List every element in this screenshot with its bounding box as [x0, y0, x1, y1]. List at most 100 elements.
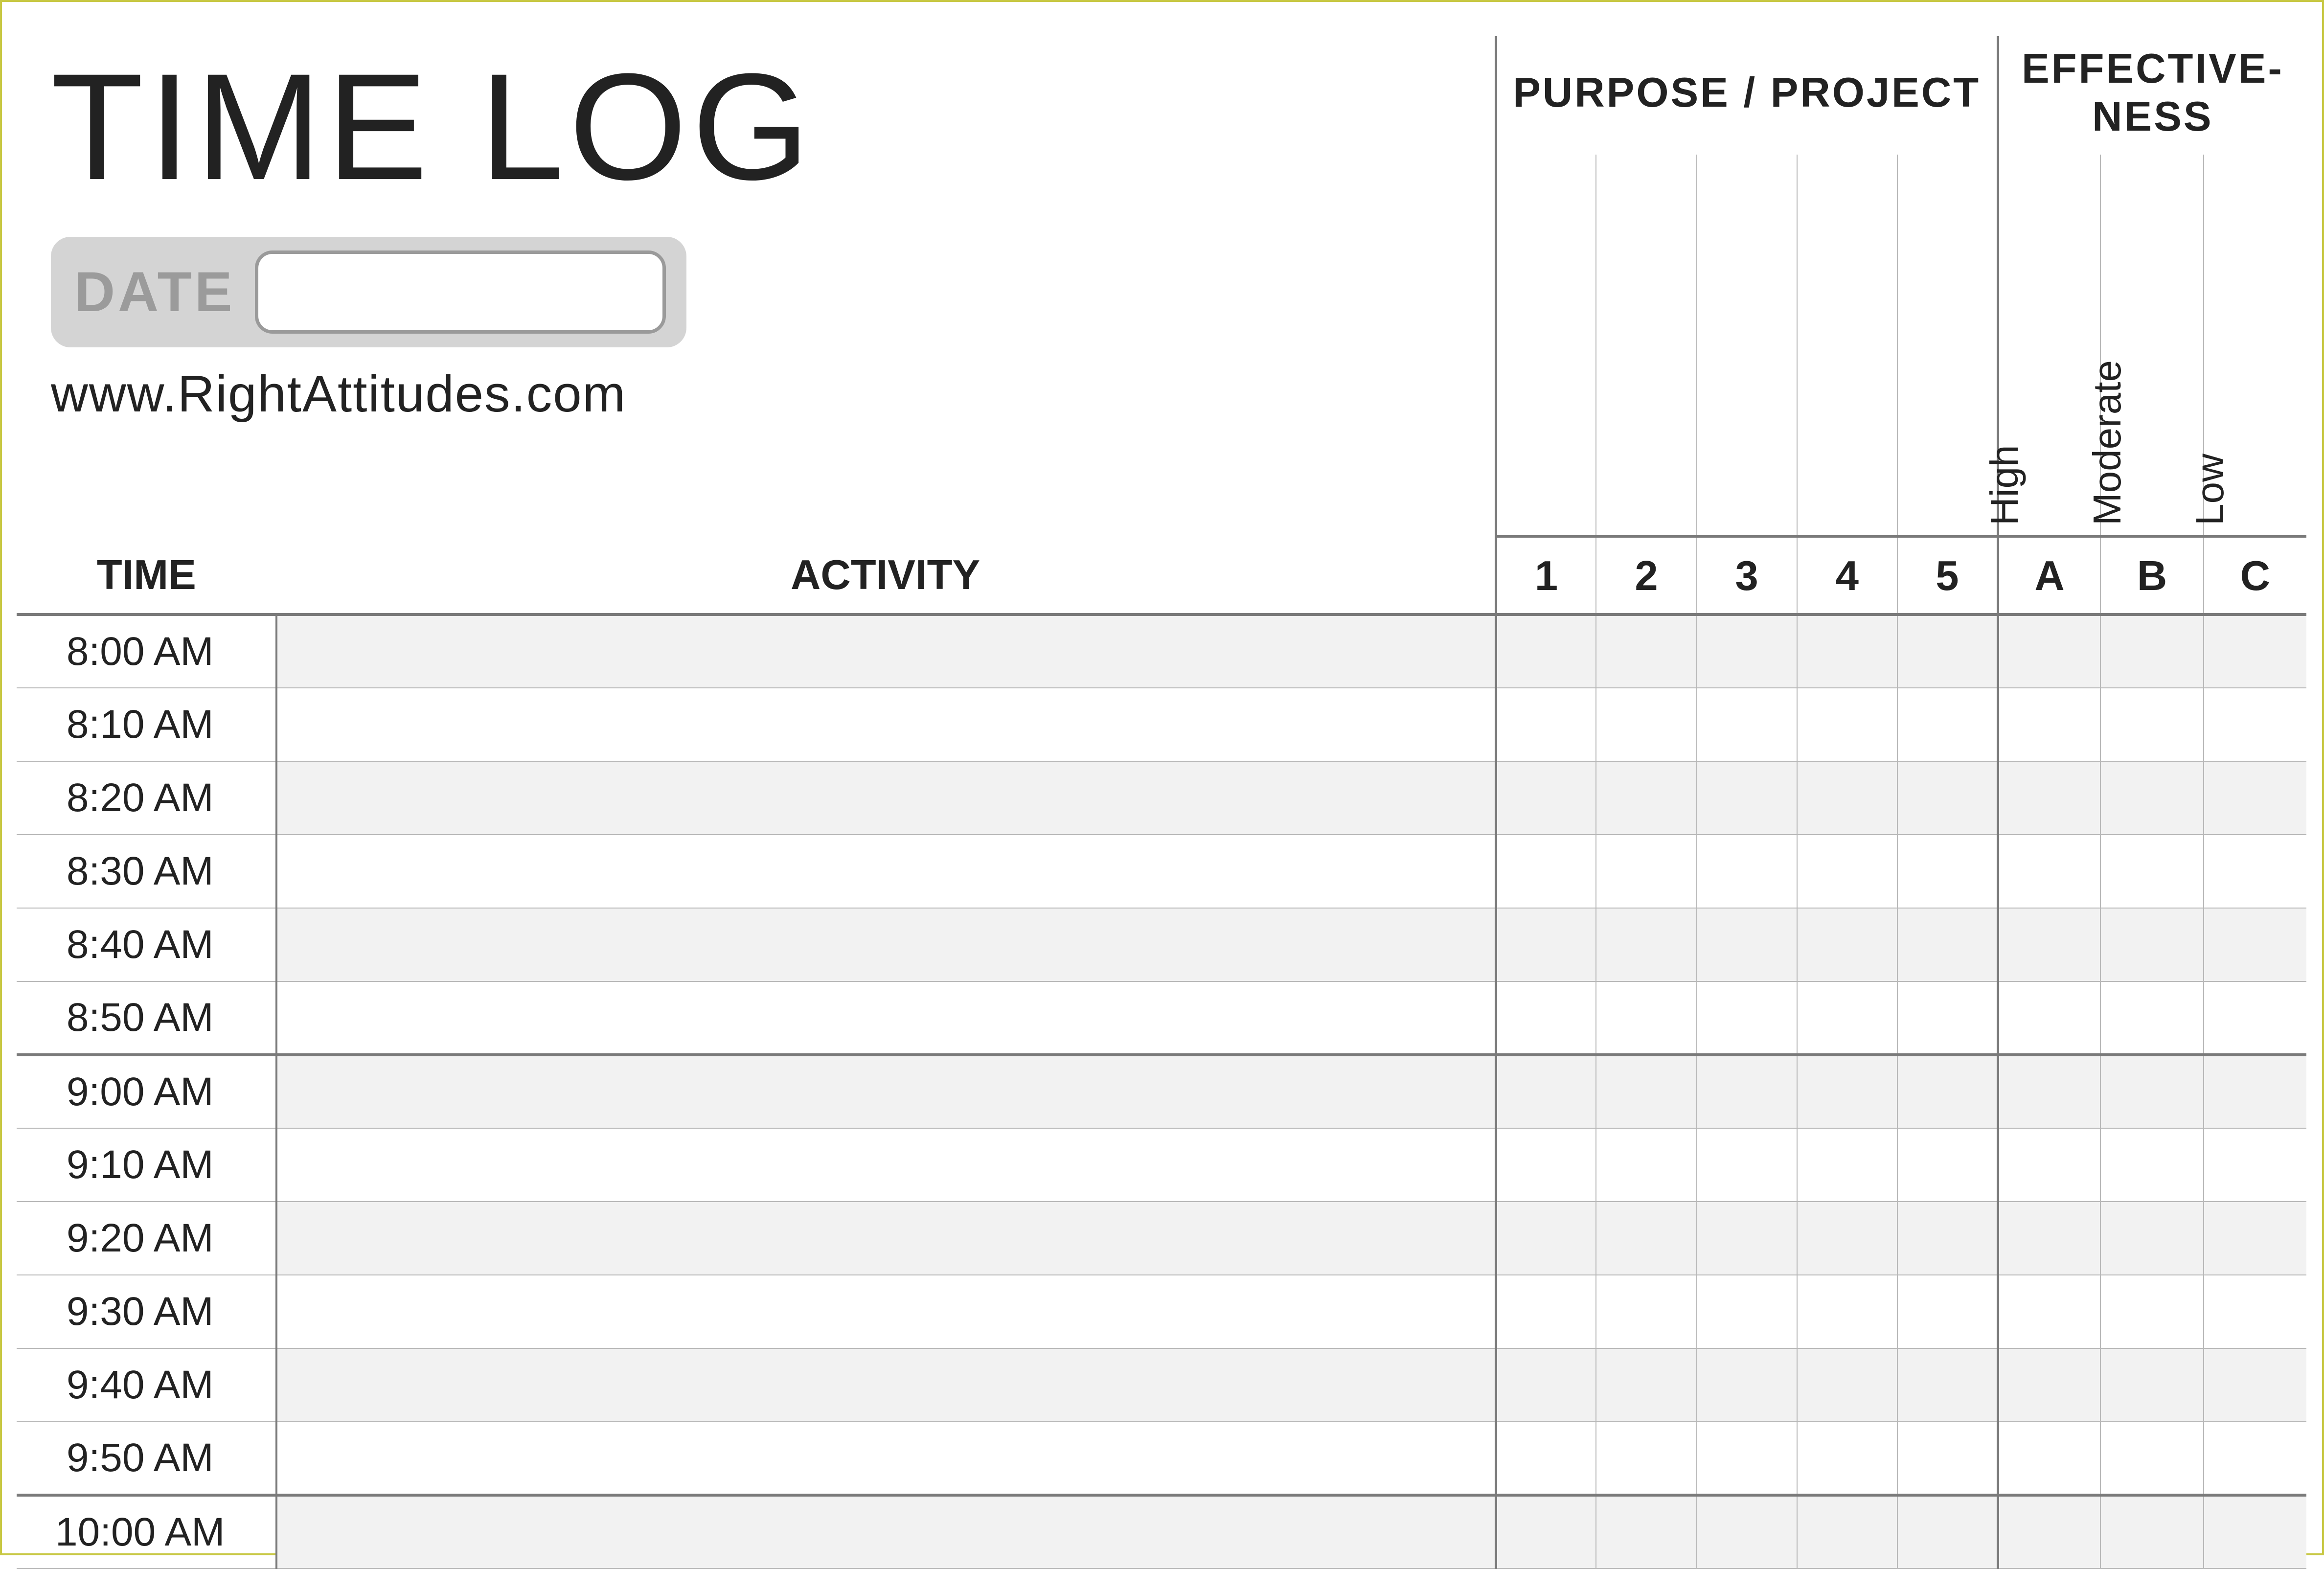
effectiveness-cell[interactable]: [1998, 1422, 2100, 1495]
purpose-cell[interactable]: [1797, 1128, 1897, 1202]
purpose-cell[interactable]: [1496, 1495, 1596, 1569]
effectiveness-cell[interactable]: [1998, 614, 2100, 688]
activity-cell[interactable]: [276, 688, 1496, 761]
purpose-cell[interactable]: [1596, 835, 1696, 908]
effectiveness-cell[interactable]: [1998, 1128, 2100, 1202]
effectiveness-cell[interactable]: [1998, 1348, 2100, 1422]
purpose-cell[interactable]: [1797, 1422, 1897, 1495]
purpose-cell[interactable]: [1596, 1348, 1696, 1422]
purpose-cell[interactable]: [1797, 1348, 1897, 1422]
purpose-cell[interactable]: [1496, 688, 1596, 761]
effectiveness-cell[interactable]: [2100, 1055, 2203, 1128]
purpose-cell[interactable]: [1897, 614, 1998, 688]
effectiveness-cell[interactable]: [2204, 688, 2306, 761]
activity-cell[interactable]: [276, 1495, 1496, 1569]
purpose-cell[interactable]: [1697, 1202, 1797, 1275]
effectiveness-cell[interactable]: [2100, 1495, 2203, 1569]
purpose-cell[interactable]: [1897, 1128, 1998, 1202]
purpose-cell[interactable]: [1496, 1422, 1596, 1495]
purpose-cell[interactable]: [1596, 1202, 1696, 1275]
effectiveness-cell[interactable]: [2204, 1202, 2306, 1275]
purpose-cell[interactable]: [1697, 1128, 1797, 1202]
effectiveness-cell[interactable]: [2100, 1202, 2203, 1275]
effectiveness-cell[interactable]: [2204, 1055, 2306, 1128]
purpose-cell[interactable]: [1596, 1128, 1696, 1202]
activity-cell[interactable]: [276, 1348, 1496, 1422]
effectiveness-cell[interactable]: [1998, 1055, 2100, 1128]
purpose-cell[interactable]: [1797, 614, 1897, 688]
effectiveness-cell[interactable]: [1998, 1202, 2100, 1275]
purpose-cell[interactable]: [1596, 688, 1696, 761]
purpose-cell[interactable]: [1496, 1348, 1596, 1422]
activity-cell[interactable]: [276, 761, 1496, 835]
purpose-cell[interactable]: [1496, 1055, 1596, 1128]
purpose-cell[interactable]: [1596, 1275, 1696, 1348]
purpose-cell[interactable]: [1697, 1348, 1797, 1422]
purpose-cell[interactable]: [1897, 1275, 1998, 1348]
purpose-cell[interactable]: [1496, 1128, 1596, 1202]
purpose-cell[interactable]: [1697, 1422, 1797, 1495]
purpose-cell[interactable]: [1697, 981, 1797, 1055]
purpose-cell[interactable]: [1897, 1495, 1998, 1569]
purpose-cell[interactable]: [1496, 761, 1596, 835]
effectiveness-cell[interactable]: [2100, 614, 2203, 688]
purpose-cell[interactable]: [1897, 908, 1998, 981]
purpose-cell[interactable]: [1697, 1495, 1797, 1569]
purpose-cell[interactable]: [1797, 1202, 1897, 1275]
effectiveness-cell[interactable]: [2204, 761, 2306, 835]
purpose-cell[interactable]: [1897, 688, 1998, 761]
effectiveness-cell[interactable]: [1998, 835, 2100, 908]
purpose-cell[interactable]: [1496, 1202, 1596, 1275]
activity-cell[interactable]: [276, 1422, 1496, 1495]
effectiveness-cell[interactable]: [1998, 1495, 2100, 1569]
purpose-cell[interactable]: [1797, 1495, 1897, 1569]
purpose-cell[interactable]: [1797, 1275, 1897, 1348]
purpose-cell[interactable]: [1697, 614, 1797, 688]
activity-cell[interactable]: [276, 614, 1496, 688]
purpose-cell[interactable]: [1897, 1202, 1998, 1275]
activity-cell[interactable]: [276, 1275, 1496, 1348]
purpose-cell[interactable]: [1797, 835, 1897, 908]
effectiveness-cell[interactable]: [1998, 761, 2100, 835]
activity-cell[interactable]: [276, 1055, 1496, 1128]
effectiveness-cell[interactable]: [1998, 1275, 2100, 1348]
effectiveness-cell[interactable]: [2100, 1348, 2203, 1422]
purpose-cell[interactable]: [1697, 761, 1797, 835]
effectiveness-cell[interactable]: [2204, 1348, 2306, 1422]
effectiveness-cell[interactable]: [2100, 761, 2203, 835]
effectiveness-cell[interactable]: [2204, 1275, 2306, 1348]
purpose-cell[interactable]: [1897, 835, 1998, 908]
effectiveness-cell[interactable]: [2204, 835, 2306, 908]
purpose-cell[interactable]: [1897, 1055, 1998, 1128]
effectiveness-cell[interactable]: [2100, 981, 2203, 1055]
effectiveness-cell[interactable]: [2100, 1422, 2203, 1495]
effectiveness-cell[interactable]: [1998, 688, 2100, 761]
effectiveness-cell[interactable]: [2100, 835, 2203, 908]
effectiveness-cell[interactable]: [2100, 908, 2203, 981]
purpose-cell[interactable]: [1596, 1055, 1696, 1128]
activity-cell[interactable]: [276, 908, 1496, 981]
purpose-cell[interactable]: [1596, 981, 1696, 1055]
purpose-cell[interactable]: [1596, 908, 1696, 981]
effectiveness-cell[interactable]: [2204, 908, 2306, 981]
purpose-cell[interactable]: [1496, 981, 1596, 1055]
purpose-cell[interactable]: [1496, 835, 1596, 908]
effectiveness-cell[interactable]: [2100, 1275, 2203, 1348]
effectiveness-cell[interactable]: [2204, 1128, 2306, 1202]
purpose-cell[interactable]: [1797, 908, 1897, 981]
purpose-cell[interactable]: [1697, 1055, 1797, 1128]
activity-cell[interactable]: [276, 1202, 1496, 1275]
effectiveness-cell[interactable]: [2204, 1422, 2306, 1495]
purpose-cell[interactable]: [1797, 761, 1897, 835]
purpose-cell[interactable]: [1596, 761, 1696, 835]
purpose-cell[interactable]: [1596, 1422, 1696, 1495]
effectiveness-cell[interactable]: [2100, 1128, 2203, 1202]
purpose-cell[interactable]: [1697, 1275, 1797, 1348]
purpose-cell[interactable]: [1496, 908, 1596, 981]
activity-cell[interactable]: [276, 1128, 1496, 1202]
purpose-cell[interactable]: [1797, 981, 1897, 1055]
purpose-cell[interactable]: [1697, 688, 1797, 761]
purpose-cell[interactable]: [1496, 614, 1596, 688]
effectiveness-cell[interactable]: [2204, 614, 2306, 688]
purpose-cell[interactable]: [1596, 1495, 1696, 1569]
